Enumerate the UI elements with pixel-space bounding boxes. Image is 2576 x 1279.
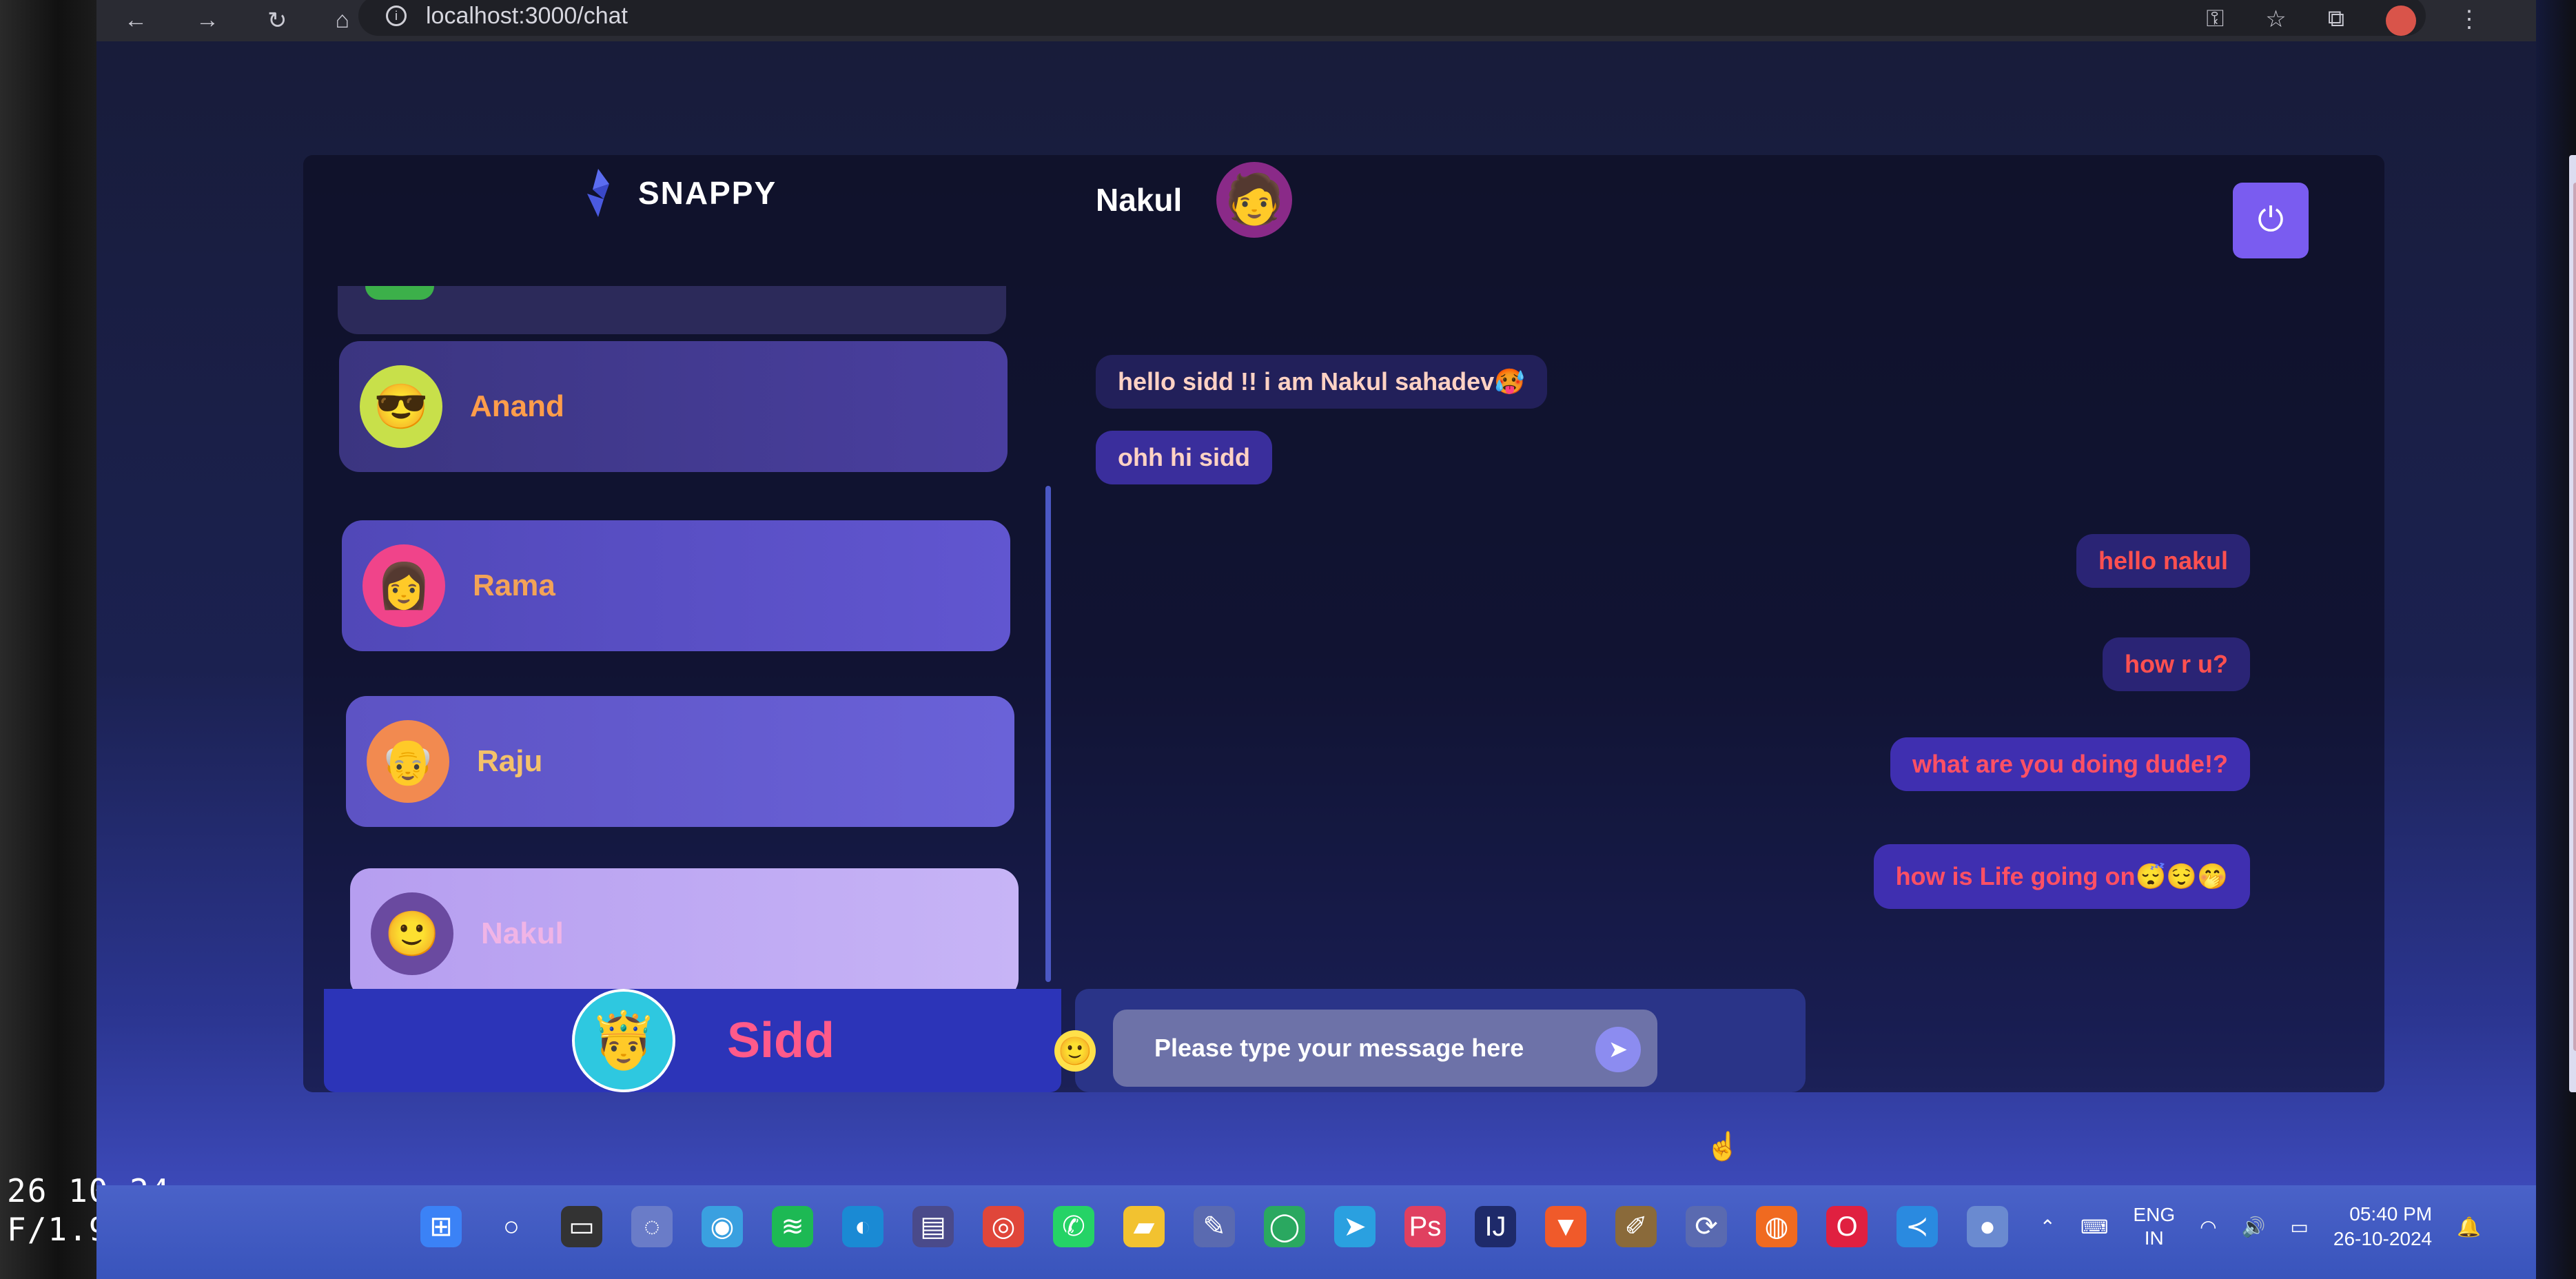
firefox-icon[interactable]: ◍ <box>1756 1206 1797 1247</box>
chat-panel: Nakul 🧑 ⏻ hello sidd !! i am Nakul sahad… <box>1054 155 2384 1092</box>
browser-toolbar: ← → ↻ ⌂ i localhost:3000/chat ⚿ ☆ ⧉ ⋮ <box>96 0 2536 41</box>
contact-name: Raju <box>477 744 543 778</box>
brand-name: SNAPPY <box>638 175 777 211</box>
sync-icon[interactable]: ◯ <box>1264 1206 1305 1247</box>
clock-time: 05:40 PM <box>2349 1203 2433 1225</box>
contact-name: Nakul <box>481 917 564 950</box>
system-tray: ⌃ ⌨ ENG IN ◠ 🔊 ▭ 05:40 PM 26-10-2024 🔔 <box>2040 1202 2481 1251</box>
language-code: ENG <box>2133 1204 2176 1225</box>
page-viewport: SNAPPY 😎 Anand 👩 Rama 👴 Raju 🙂 Nakul 🤴 S… <box>96 41 2576 1185</box>
contacts-panel: SNAPPY 😎 Anand 👩 Rama 👴 Raju 🙂 Nakul 🤴 S… <box>303 155 1061 1092</box>
language-indicator[interactable]: ENG IN <box>2133 1203 2175 1250</box>
brave-icon[interactable]: ▼ <box>1545 1206 1586 1247</box>
brand: SNAPPY <box>579 169 777 217</box>
region-code: IN <box>2144 1227 2164 1249</box>
address-bar-url: localhost:3000/chat <box>426 2 628 29</box>
site-info-icon[interactable]: i <box>386 6 407 26</box>
contacts-scrollbar[interactable] <box>1045 486 1051 982</box>
notepad-icon[interactable]: ✎ <box>1194 1206 1235 1247</box>
taskbar-apps: ⊞ ○ ▭ ◌ ◉ ≋ ◐ ▤ ◎ ✆ ▰ ✎ ◯ ➤ Ps IJ ▼ ✐ ⟳ … <box>420 1206 2008 1247</box>
forward-icon[interactable]: → <box>196 7 219 34</box>
contact-item-anand[interactable]: 😎 Anand <box>339 341 1008 472</box>
vscode-icon[interactable]: ≺ <box>1897 1206 1938 1247</box>
message-sent: hello nakul <box>2076 534 2250 588</box>
message-sent: how r u? <box>2103 637 2250 691</box>
contact-card-partial[interactable] <box>338 286 1006 334</box>
telegram-icon[interactable]: ➤ <box>1334 1206 1376 1247</box>
notification-bell-icon[interactable]: 🔔 <box>2457 1216 2481 1238</box>
logout-button[interactable]: ⏻ <box>2233 183 2309 258</box>
browser-actions: ⚿ ☆ ⧉ ⋮ <box>2206 6 2481 36</box>
store-icon[interactable]: ▤ <box>912 1206 954 1247</box>
browser-menu-icon[interactable]: ⋮ <box>2457 6 2481 36</box>
contact-item-raju[interactable]: 👴 Raju <box>346 696 1014 827</box>
page-scrollbar[interactable] <box>2569 155 2576 1092</box>
current-user-avatar: 🤴 <box>572 989 675 1092</box>
message-sent: what are you doing dude!? <box>1890 737 2250 791</box>
battery-icon[interactable]: ▭ <box>2290 1216 2308 1238</box>
message-received: hello sidd !! i am Nakul sahadev🥵 <box>1096 355 1547 409</box>
mouse-cursor-icon: ☝ <box>1706 1132 1740 1162</box>
contact-name: Rama <box>473 569 555 602</box>
paint-icon[interactable]: ✐ <box>1615 1206 1657 1247</box>
extensions-icon[interactable]: ⧉ <box>2328 6 2344 36</box>
browser-nav: ← → ↻ ⌂ <box>124 7 349 34</box>
keyboard-icon[interactable]: ⌨ <box>2081 1216 2108 1238</box>
opera-icon[interactable]: O <box>1826 1206 1868 1247</box>
screen-bezel-left <box>0 0 96 1279</box>
whatsapp-icon[interactable]: ✆ <box>1053 1206 1094 1247</box>
back-icon[interactable]: ← <box>124 7 147 34</box>
windows-taskbar: ⊞ ○ ▭ ◌ ◉ ≋ ◐ ▤ ◎ ✆ ▰ ✎ ◯ ➤ Ps IJ ▼ ✐ ⟳ … <box>96 1185 2536 1279</box>
widgets-icon[interactable]: ◉ <box>702 1206 743 1247</box>
current-user-name: Sidd <box>727 1013 835 1068</box>
photoshop-icon[interactable]: Ps <box>1404 1206 1446 1247</box>
contact-name: Anand <box>470 389 564 423</box>
edge-icon[interactable]: ◐ <box>842 1206 883 1247</box>
chat-contact-name: Nakul <box>1096 182 1183 218</box>
clock-date: 26-10-2024 <box>2333 1228 2433 1249</box>
current-user: 🤴 Sidd <box>324 989 1061 1092</box>
message-received: ohh hi sidd <box>1096 431 1272 484</box>
chrome-icon[interactable]: ◎ <box>983 1206 1024 1247</box>
message-input[interactable] <box>1113 1010 1657 1087</box>
chat-header: Nakul 🧑 <box>1096 162 1293 238</box>
volume-icon[interactable]: 🔊 <box>2242 1216 2266 1238</box>
contact-avatar: 👴 <box>367 720 449 803</box>
spotify-icon[interactable]: ≋ <box>772 1206 813 1247</box>
message-sent: how is Life going on😴😌🤭 <box>1873 844 2250 909</box>
bookmark-star-icon[interactable]: ☆ <box>2265 6 2286 36</box>
chat-app-container: SNAPPY 😎 Anand 👩 Rama 👴 Raju 🙂 Nakul 🤴 S… <box>303 155 2576 1092</box>
contact-avatar: 🙂 <box>371 892 453 975</box>
contact-item-nakul-selected[interactable]: 🙂 Nakul <box>350 868 1019 999</box>
clock[interactable]: 05:40 PM 26-10-2024 <box>2333 1202 2432 1251</box>
copilot-icon[interactable]: ◌ <box>631 1206 673 1247</box>
task-view-icon[interactable]: ▭ <box>561 1206 602 1247</box>
chat-contact-avatar: 🧑 <box>1216 162 1293 238</box>
snappy-logo-icon <box>587 169 609 217</box>
wifi-icon[interactable]: ◠ <box>2200 1216 2216 1238</box>
contact-avatar-partial <box>365 286 434 300</box>
home-icon[interactable]: ⌂ <box>336 7 350 34</box>
address-bar[interactable]: i localhost:3000/chat <box>358 0 2426 36</box>
intellij-icon[interactable]: IJ <box>1475 1206 1516 1247</box>
contact-avatar: 👩 <box>362 544 445 627</box>
maps-icon[interactable]: ● <box>1967 1206 2008 1247</box>
emoji-picker-button[interactable]: 🙂 <box>1054 1030 1096 1072</box>
search-icon[interactable]: ○ <box>491 1206 532 1247</box>
tray-overflow-icon[interactable]: ⌃ <box>2040 1216 2056 1238</box>
password-key-icon[interactable]: ⚿ <box>2206 6 2224 36</box>
page-scrollbar-thumb[interactable] <box>2573 183 2576 1051</box>
refresh-app-icon[interactable]: ⟳ <box>1686 1206 1727 1247</box>
file-explorer-icon[interactable]: ▰ <box>1123 1206 1165 1247</box>
send-button[interactable]: ➤ <box>1595 1027 1641 1072</box>
reload-icon[interactable]: ↻ <box>267 7 287 34</box>
windows-start-icon[interactable]: ⊞ <box>420 1206 462 1247</box>
contact-avatar: 😎 <box>360 365 442 448</box>
profile-avatar[interactable] <box>2386 6 2416 36</box>
contact-item-rama[interactable]: 👩 Rama <box>342 520 1010 651</box>
